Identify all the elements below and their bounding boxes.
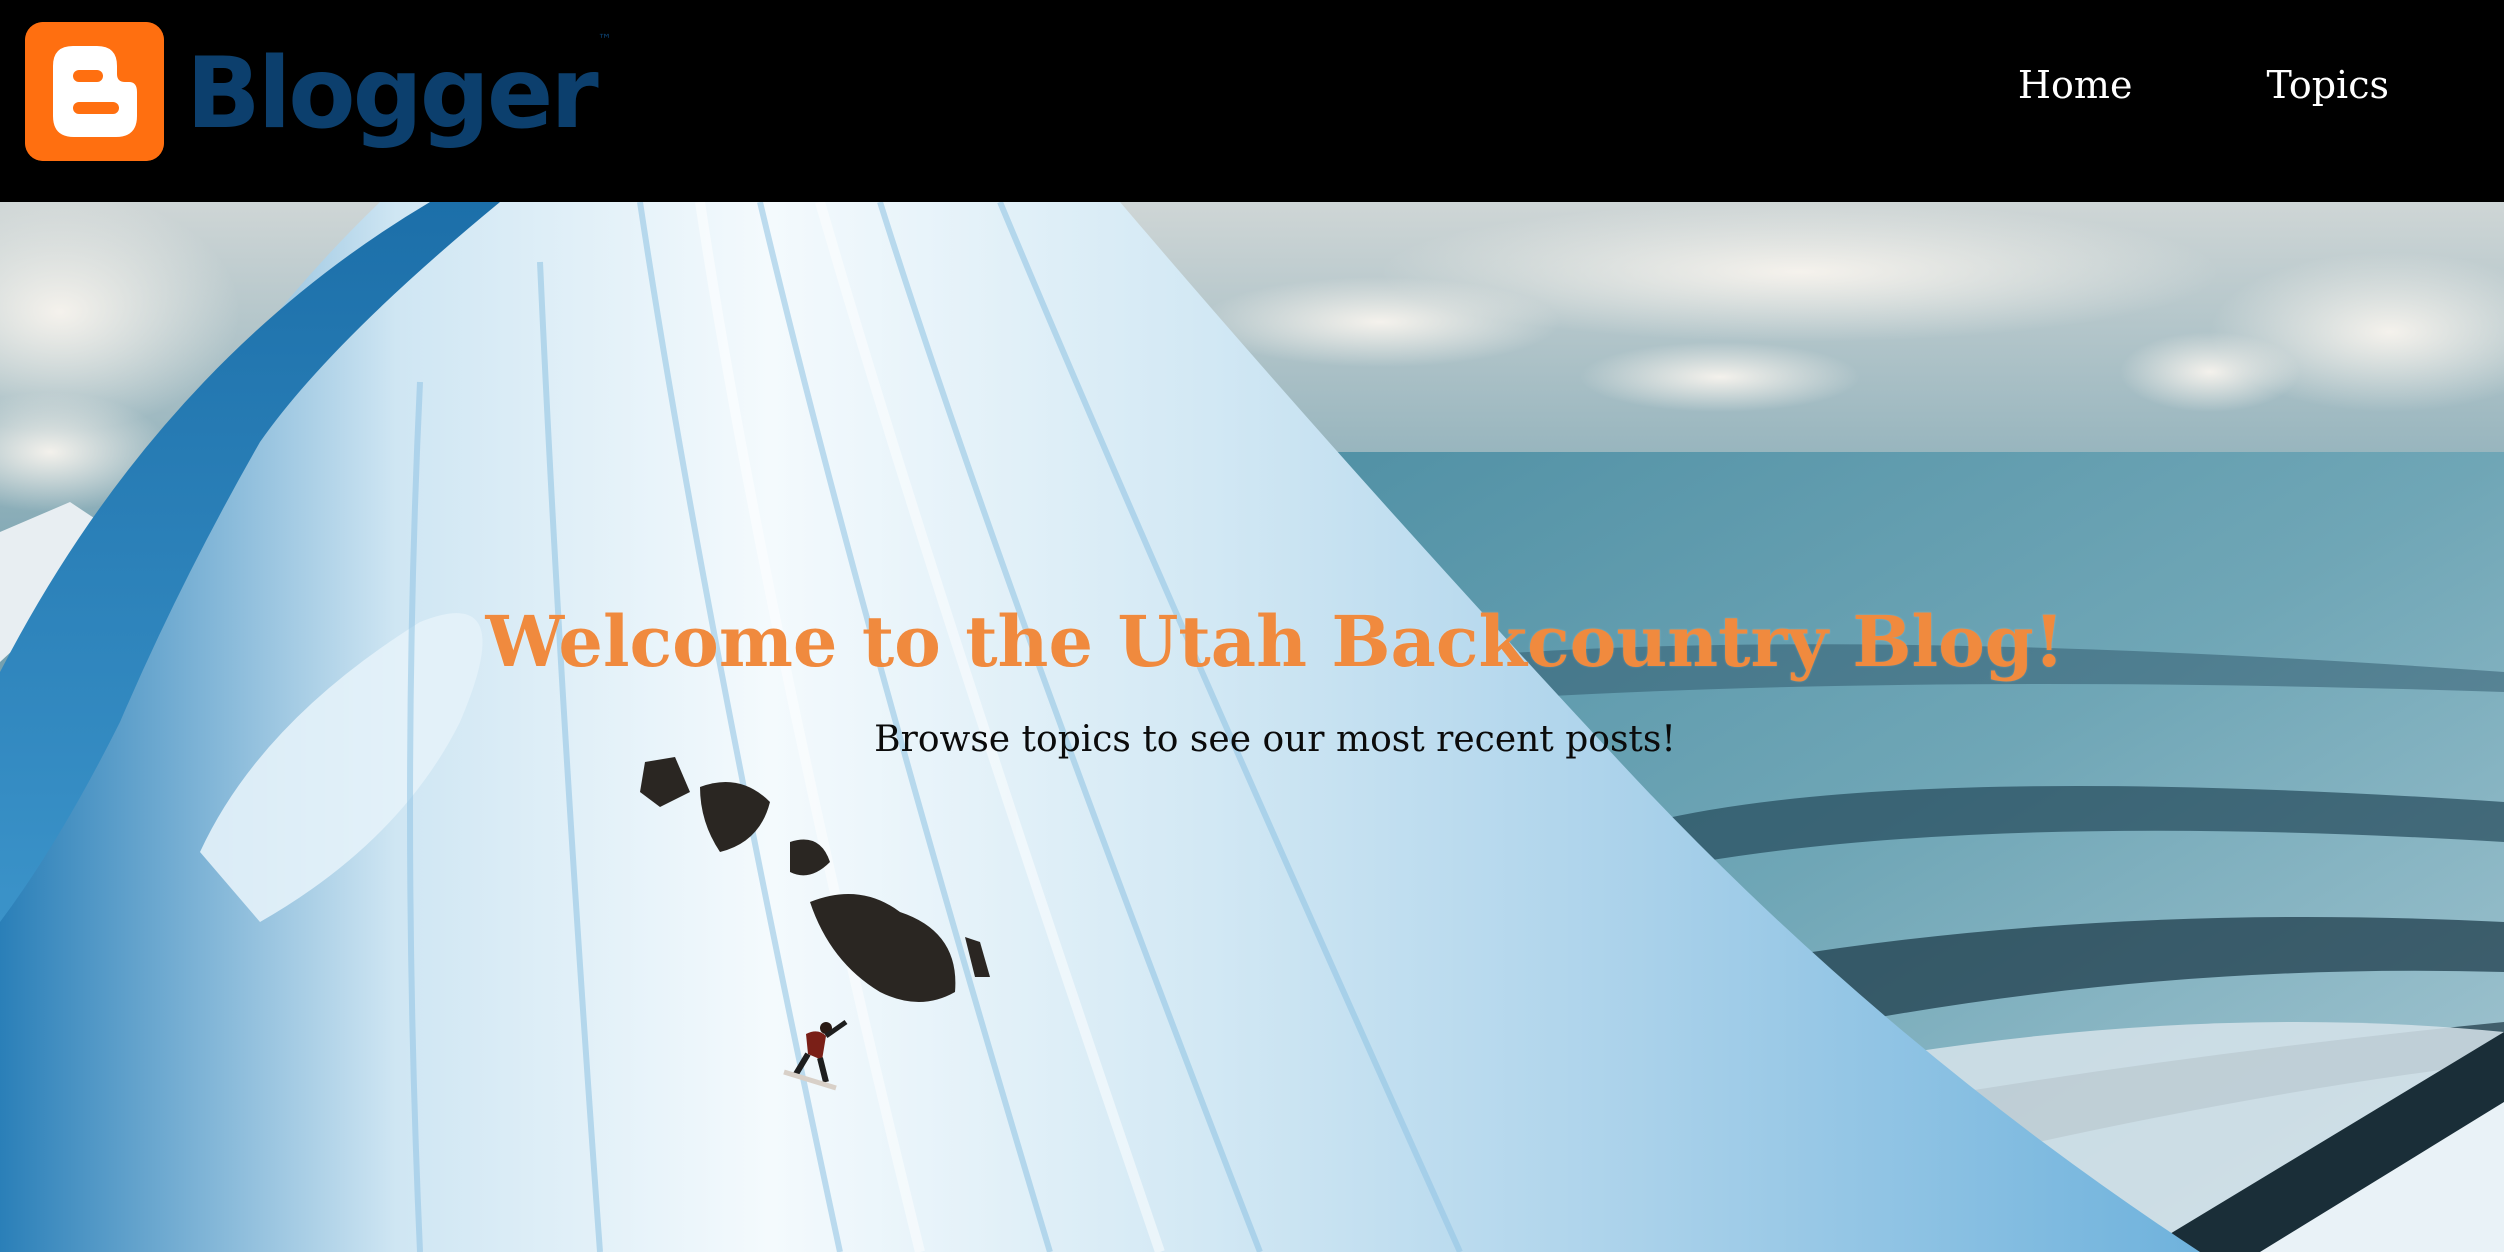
- nav-link-topics[interactable]: Topics: [2266, 66, 2389, 104]
- blogger-logo[interactable]: Blogger ™: [25, 22, 612, 161]
- hero-title: Welcome to the Utah Backcountry Blog!: [485, 599, 2065, 683]
- hero-banner: Welcome to the Utah Backcountry Blog! Br…: [0, 202, 2504, 1252]
- main-nav: Home Topics: [2018, 66, 2389, 104]
- blogger-wordmark: Blogger: [186, 36, 599, 151]
- nav-link-home[interactable]: Home: [2018, 66, 2133, 104]
- hero-subtitle: Browse topics to see our most recent pos…: [874, 719, 1676, 760]
- top-navigation-bar: Blogger ™ Home Topics: [0, 0, 2504, 202]
- trademark-symbol: ™: [597, 31, 612, 48]
- blogger-b-icon: [25, 22, 164, 161]
